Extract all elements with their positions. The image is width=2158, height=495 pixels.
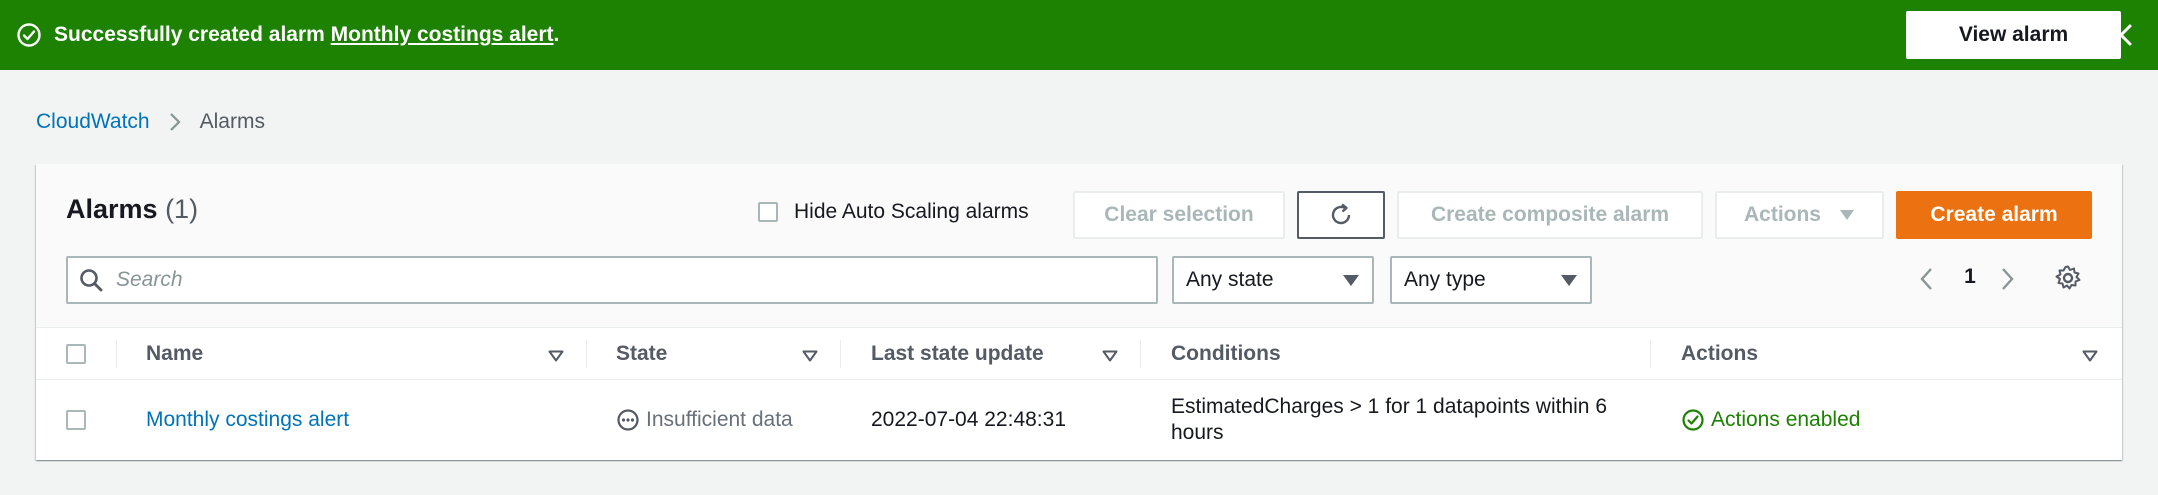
alarms-table-header: Alarms (1) Hide Auto Scaling alarms Clea… [36,164,2122,328]
actions-status-cell: Actions enabled [1681,381,1860,459]
search-field[interactable] [66,256,1158,304]
conditions-text: EstimatedCharges > 1 for 1 datapoints wi… [1171,395,1607,444]
refresh-icon [1327,201,1355,229]
flash-message: Successfully created alarm Monthly costi… [54,23,559,47]
breadcrumb: CloudWatch Alarms [36,110,265,134]
next-page-icon[interactable] [2000,266,2016,292]
search-icon [78,267,104,293]
current-page-number[interactable]: 1 [1960,265,1980,289]
actions-dropdown-label: Actions [1743,203,1821,226]
alarm-state-text: Insufficient data [646,408,793,431]
conditions-cell: EstimatedCharges > 1 for 1 datapoints wi… [1171,381,1641,459]
column-header-last-state-update[interactable]: Last state update [871,328,1044,380]
column-header-state[interactable]: State [616,328,667,380]
caret-down-icon [1342,274,1360,287]
column-header-conditions: Conditions [1171,342,1281,365]
column-divider [116,340,117,368]
column-divider [1650,340,1651,368]
refresh-button[interactable] [1297,191,1385,239]
actions-status-text: Actions enabled [1711,408,1861,431]
sort-caret-icon[interactable] [802,350,818,362]
hide-autoscaling-label: Hide Auto Scaling alarms [794,200,1029,223]
page-title: Alarms (1) [66,194,198,225]
insufficient-data-icon [616,408,640,432]
table-row: Monthly costings alert Insufficient data… [36,381,2122,459]
state-filter-select[interactable]: Any state [1172,256,1374,304]
breadcrumb-cloudwatch-link[interactable]: CloudWatch [36,110,150,134]
gear-icon[interactable] [2054,264,2082,292]
column-header-actions[interactable]: Actions [1681,328,1758,380]
caret-down-icon [1560,274,1578,287]
alarm-name-link[interactable]: Monthly costings alert [146,408,349,432]
column-divider [840,340,841,368]
alarm-name-cell: Monthly costings alert [146,381,349,459]
column-divider [586,340,587,368]
close-icon[interactable] [2106,20,2136,50]
row-select-checkbox[interactable] [66,410,86,430]
type-filter-select[interactable]: Any type [1390,256,1592,304]
sort-caret-icon[interactable] [548,350,564,362]
flash-message-suffix: . [553,23,560,46]
breadcrumb-current: Alarms [199,110,265,133]
actions-dropdown-button[interactable]: Actions [1715,191,1884,239]
sort-caret-icon[interactable] [1102,350,1118,362]
alarms-count: (1) [165,194,199,224]
success-flash-banner: Successfully created alarm Monthly costi… [0,0,2158,70]
type-filter-value: Any type [1404,268,1486,291]
success-check-icon [1681,408,1705,432]
column-header-name[interactable]: Name [146,328,203,380]
previous-page-icon[interactable] [1918,266,1934,292]
sort-caret-icon[interactable] [2082,350,2098,362]
clear-selection-button[interactable]: Clear selection [1073,191,1285,239]
table-header-row: Name State Last state update Conditions … [36,328,2122,380]
state-filter-value: Any state [1186,268,1274,291]
flash-message-text: Successfully created alarm [54,23,331,46]
column-divider [1140,340,1141,368]
hide-autoscaling-checkbox[interactable] [758,202,778,222]
alarms-table-container: Alarms (1) Hide Auto Scaling alarms Clea… [36,164,2122,460]
caret-down-icon [1839,209,1855,221]
alarms-title-text: Alarms [66,194,158,224]
alarm-state-cell: Insufficient data [616,381,793,459]
last-state-update-cell: 2022-07-04 22:48:31 [871,408,1066,431]
chevron-right-icon [168,111,182,133]
create-alarm-button[interactable]: Create alarm [1896,191,2092,239]
create-composite-alarm-button[interactable]: Create composite alarm [1397,191,1703,239]
flash-alarm-link[interactable]: Monthly costings alert [331,23,554,46]
view-alarm-button[interactable]: View alarm [1906,11,2121,59]
success-check-icon [16,22,42,48]
select-all-checkbox[interactable] [66,344,86,364]
search-input[interactable] [116,268,1156,292]
hide-autoscaling-toggle[interactable]: Hide Auto Scaling alarms [758,200,1029,224]
